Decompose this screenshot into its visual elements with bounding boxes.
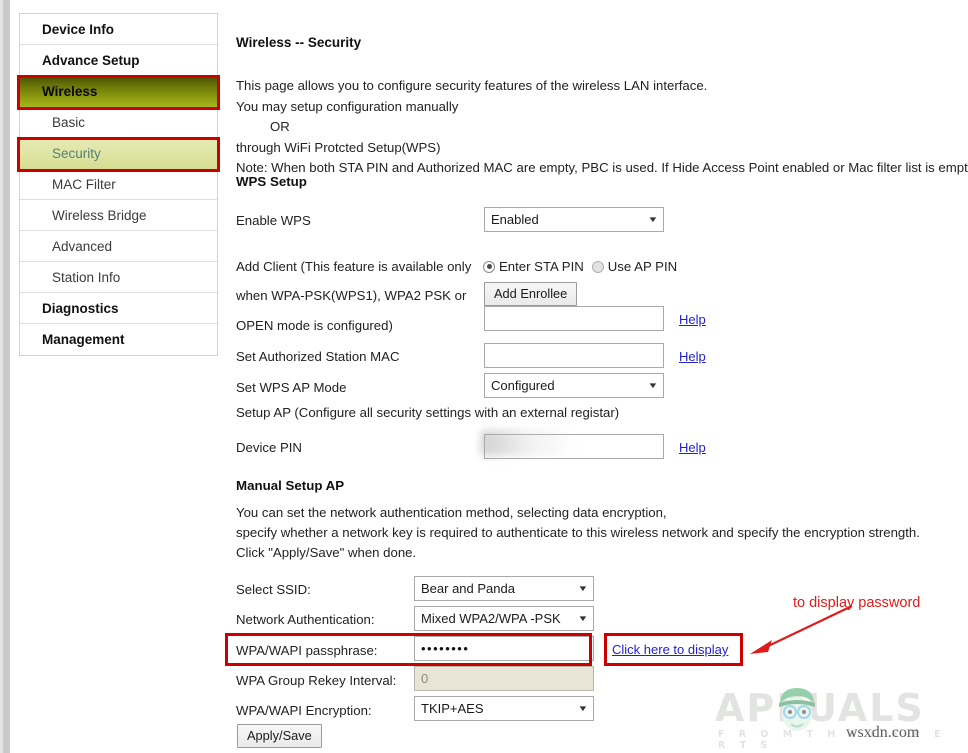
sta-pin-input[interactable]	[484, 306, 664, 331]
sidebar-item-wireless[interactable]: Wireless	[20, 76, 217, 107]
sidebar-item-management[interactable]: Management	[20, 324, 217, 355]
help-link-device-pin[interactable]: Help	[679, 440, 706, 455]
label-select-ssid: Select SSID:	[236, 582, 311, 597]
intro-line-3: OR	[236, 117, 968, 138]
manual-desc-line-2: specify whether a network key is require…	[236, 523, 920, 543]
section-heading-wps-setup: WPS Setup	[236, 174, 307, 189]
chevron-down-icon: ▼	[647, 208, 658, 231]
chevron-down-icon: ▼	[647, 374, 658, 397]
select-network-authentication-value: Mixed WPA2/WPA -PSK	[421, 607, 561, 630]
sidebar-item-wireless-bridge[interactable]: Wireless Bridge	[20, 200, 217, 231]
help-link-sta-pin[interactable]: Help	[679, 312, 706, 327]
select-enable-wps-value: Enabled	[491, 208, 539, 231]
label-wpa-wapi-encryption: WPA/WAPI Encryption:	[236, 703, 372, 718]
sidebar-item-advanced[interactable]: Advanced	[20, 231, 217, 262]
select-wps-ap-mode-value: Configured	[491, 374, 555, 397]
device-pin-input[interactable]	[484, 434, 664, 459]
add-enrollee-button[interactable]: Add Enrollee	[484, 282, 577, 306]
passphrase-masked-value: ••••••••	[421, 641, 469, 656]
help-link-authorized-mac[interactable]: Help	[679, 349, 706, 364]
sidebar-item-mac-filter[interactable]: MAC Filter	[20, 169, 217, 200]
label-enable-wps: Enable WPS	[236, 213, 311, 228]
label-network-authentication: Network Authentication:	[236, 612, 375, 627]
select-wpa-wapi-encryption-value: TKIP+AES	[421, 697, 484, 720]
select-wps-ap-mode[interactable]: Configured ▼	[484, 373, 664, 398]
sidebar-item-device-info[interactable]: Device Info	[20, 14, 217, 45]
wpa-group-rekey-interval-input[interactable]: 0	[414, 666, 594, 691]
annotation-display-password-note: to display password	[793, 595, 920, 611]
page-title: Wireless -- Security	[236, 35, 361, 50]
chevron-down-icon: ▼	[577, 697, 588, 720]
label-device-pin: Device PIN	[236, 440, 302, 455]
radio-enter-sta-pin[interactable]	[483, 261, 495, 273]
radio-use-ap-pin-label: Use AP PIN	[608, 259, 677, 274]
site-watermark-text: wsxdn.com	[846, 724, 919, 742]
watermark-mascot-icon	[767, 684, 827, 736]
sidebar-item-advance-setup[interactable]: Advance Setup	[20, 45, 217, 76]
wpa-wapi-passphrase-input[interactable]: ••••••••	[414, 636, 594, 661]
chevron-down-icon: ▼	[577, 607, 588, 630]
select-enable-wps[interactable]: Enabled ▼	[484, 207, 664, 232]
select-network-authentication[interactable]: Mixed WPA2/WPA -PSK ▼	[414, 606, 594, 631]
watermark-tagline-text: F R O M T H E E X P E R T S	[718, 729, 960, 751]
router-config-screenshot: Device InfoAdvance SetupWirelessBasicSec…	[0, 0, 968, 753]
intro-text: This page allows you to configure securi…	[236, 76, 968, 179]
intro-line-5-note: Note: When both STA PIN and Authorized M…	[236, 158, 968, 179]
label-set-authorized-station-mac: Set Authorized Station MAC	[236, 349, 399, 364]
apply-save-button[interactable]: Apply/Save	[237, 724, 322, 748]
radio-enter-sta-pin-label: Enter STA PIN	[499, 259, 584, 274]
select-ssid-value: Bear and Panda	[421, 577, 515, 600]
sidebar-item-diagnostics[interactable]: Diagnostics	[20, 293, 217, 324]
intro-line-4: through WiFi Protcted Setup(WPS)	[236, 138, 968, 159]
sidebar-item-basic[interactable]: Basic	[20, 107, 217, 138]
section-heading-manual-setup-ap: Manual Setup AP	[236, 478, 344, 493]
manual-desc-line-1: You can set the network authentication m…	[236, 503, 667, 523]
select-ssid[interactable]: Bear and Panda ▼	[414, 576, 594, 601]
radio-group-pin-mode: Enter STA PIN Use AP PIN	[483, 259, 677, 274]
page-left-strip-edge	[0, 0, 3, 753]
sidebar-item-security[interactable]: Security	[20, 138, 217, 169]
sidebar-item-station-info[interactable]: Station Info	[20, 262, 217, 293]
setup-ap-note: Setup AP (Configure all security setting…	[236, 403, 619, 423]
label-add-client-line-2: when WPA-PSK(WPS1), WPA2 PSK or	[236, 288, 466, 303]
label-add-client-line-1: Add Client (This feature is available on…	[236, 259, 471, 274]
click-here-to-display-link[interactable]: Click here to display	[612, 642, 728, 657]
chevron-down-icon: ▼	[577, 577, 588, 600]
label-set-wps-ap-mode: Set WPS AP Mode	[236, 380, 346, 395]
label-wpa-group-rekey-interval: WPA Group Rekey Interval:	[236, 673, 396, 688]
intro-line-1: This page allows you to configure securi…	[236, 76, 968, 97]
label-wpa-wapi-passphrase: WPA/WAPI passphrase:	[236, 643, 377, 658]
appuals-watermark: APPUALS F R O M T H E E X P E R T S	[715, 684, 960, 746]
page-left-strip	[0, 0, 10, 753]
manual-desc-line-3: Click "Apply/Save" when done.	[236, 543, 416, 563]
label-add-client-line-3: OPEN mode is configured)	[236, 318, 393, 333]
radio-use-ap-pin[interactable]	[592, 261, 604, 273]
intro-line-2: You may setup configuration manually	[236, 97, 968, 118]
authorized-station-mac-input[interactable]	[484, 343, 664, 368]
select-wpa-wapi-encryption[interactable]: TKIP+AES ▼	[414, 696, 594, 721]
sidebar-nav: Device InfoAdvance SetupWirelessBasicSec…	[19, 13, 218, 356]
